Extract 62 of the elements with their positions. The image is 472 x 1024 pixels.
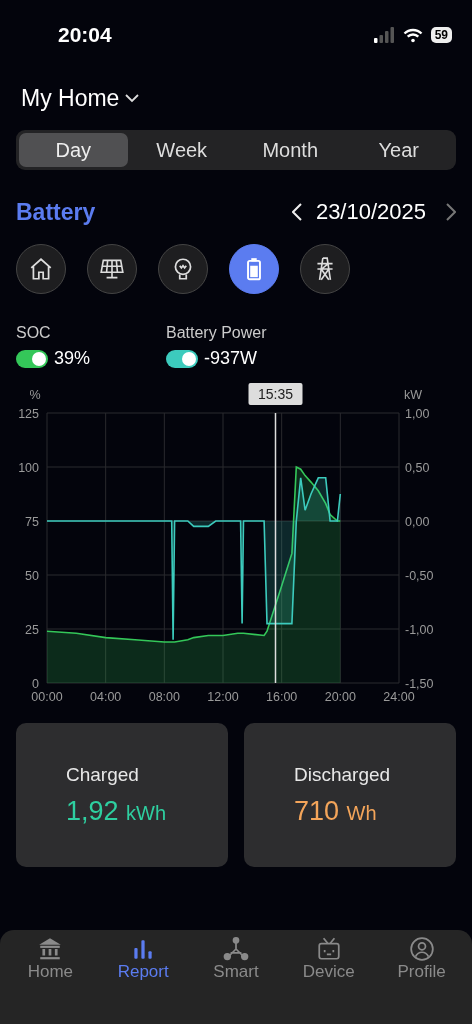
period-tab[interactable]: Day <box>19 133 128 167</box>
legend-label: Battery Power <box>166 324 268 342</box>
period-tab[interactable]: Month <box>236 133 345 167</box>
legend-label: SOC <box>16 324 52 342</box>
axis-label: 24:00 <box>383 690 415 704</box>
toggle-switch[interactable] <box>166 349 198 368</box>
period-tab[interactable]: Week <box>127 133 236 167</box>
axis-unit: % <box>29 388 41 402</box>
chevron-left-icon[interactable] <box>291 203 302 221</box>
stat-value: 710 Wh <box>294 795 378 827</box>
chevron-down-icon[interactable] <box>125 93 140 103</box>
profile-icon <box>408 936 435 962</box>
signal-icon <box>372 27 395 43</box>
time-tooltip: 15:35 <box>248 383 303 405</box>
clock: 20:04 <box>58 23 113 47</box>
axis-unit: kW <box>403 388 423 402</box>
annotation: 15:35 <box>257 386 294 402</box>
house-icon <box>28 256 54 282</box>
stat-label: Discharged <box>294 763 392 786</box>
stat-value: 1,92 kWh <box>66 795 168 827</box>
category-button[interactable] <box>229 244 279 294</box>
axis-label: -1,00 <box>405 623 434 637</box>
axis-label: 25 <box>25 623 39 637</box>
legend-value: 39% <box>54 348 91 369</box>
axis-label: 08:00 <box>148 690 180 704</box>
network-icon <box>223 936 249 962</box>
axis-label: 75 <box>25 515 39 529</box>
wifi-icon <box>402 27 423 43</box>
category-button[interactable] <box>87 244 137 294</box>
period-tab[interactable]: Year <box>344 133 453 167</box>
axis-label: 0,50 <box>405 461 430 475</box>
toggle-switch[interactable] <box>16 349 48 368</box>
home-title[interactable]: My Home <box>21 84 120 112</box>
axis-label: 100 <box>18 461 39 475</box>
stat-label: Charged <box>66 763 140 786</box>
axis-label: 12:00 <box>207 690 239 704</box>
axis-label: 00:00 <box>31 690 63 704</box>
axis-label: 04:00 <box>90 690 122 704</box>
axis-label: 0,00 <box>405 515 430 529</box>
axis-label: 1,00 <box>405 407 430 421</box>
section-title: Battery <box>16 198 97 226</box>
axis-label: 125 <box>18 407 39 421</box>
axis-label: -1,50 <box>405 677 434 691</box>
battery-level: 59 <box>430 27 452 43</box>
axis-label: 0 <box>32 677 39 691</box>
chevron-right-icon[interactable] <box>446 203 456 221</box>
tv-icon <box>315 936 342 962</box>
category-button[interactable] <box>16 244 66 294</box>
category-button[interactable] <box>300 244 350 294</box>
axis-label: -0,50 <box>405 569 434 583</box>
nav-tab[interactable]: Report <box>96 936 190 982</box>
nav-tab[interactable]: Home <box>4 936 97 982</box>
bank-icon <box>37 936 64 962</box>
category-button[interactable] <box>158 244 208 294</box>
legend-value: -937W <box>204 348 257 369</box>
nav-tab[interactable]: Device <box>282 936 376 982</box>
nav-tab[interactable]: Profile <box>375 936 468 982</box>
axis-label: 16:00 <box>266 690 298 704</box>
axis-label: 20:00 <box>324 690 356 704</box>
date-label: 23/10/2025 <box>315 199 426 225</box>
nav-tab[interactable]: Smart <box>189 936 283 982</box>
axis-label: 50 <box>25 569 39 583</box>
